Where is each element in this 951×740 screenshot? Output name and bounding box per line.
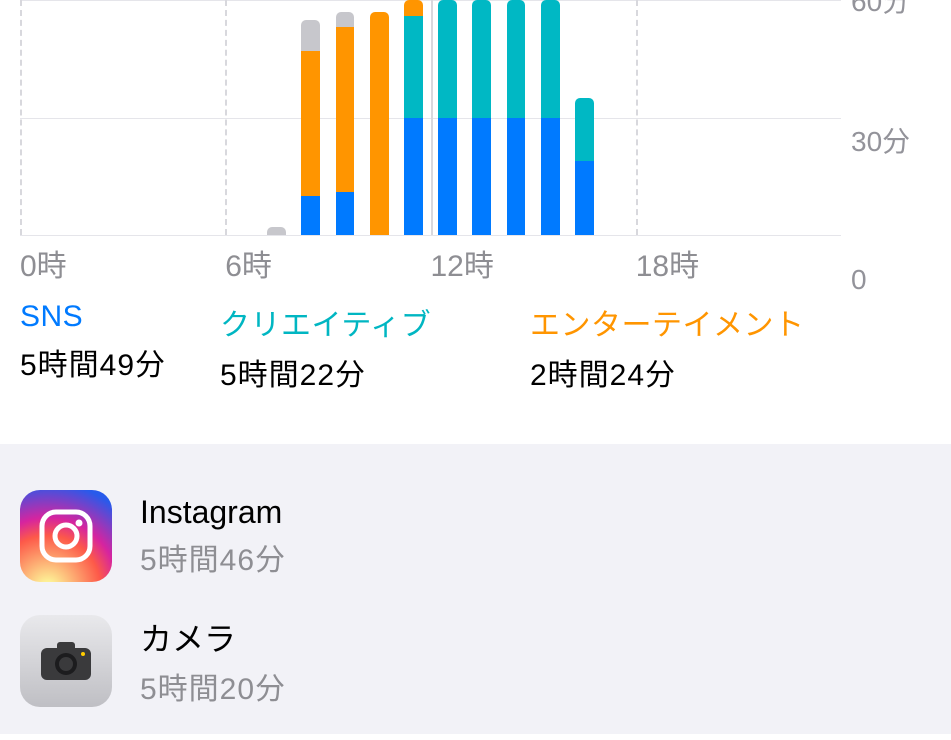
bar-segment-sns xyxy=(507,118,526,236)
bar-segment-creative xyxy=(541,0,560,118)
app-time: 5時間46分 xyxy=(140,535,286,579)
bar-segment-ent xyxy=(370,12,389,235)
bar-segment-ent xyxy=(404,0,423,16)
x-tick-12: 12時 xyxy=(431,241,494,285)
bar-segment-creative xyxy=(575,98,594,161)
app-row-camera[interactable]: カメラ 5時間20分 xyxy=(20,598,931,724)
app-usage-list: Instagram 5時間46分 カメラ 5時間20分 xyxy=(0,444,951,734)
category-time: 5時間49分 xyxy=(20,340,220,384)
bar-segment-creative xyxy=(404,16,423,118)
x-tick-0: 0時 xyxy=(20,241,67,285)
hour-bar[interactable] xyxy=(507,0,526,235)
x-tick-18: 18時 xyxy=(636,241,699,285)
category-entertainment[interactable]: エンターテイメント 2時間24分 xyxy=(530,300,931,394)
bar-segment-other xyxy=(267,227,286,235)
bar-segment-sns xyxy=(575,161,594,235)
hour-bar[interactable] xyxy=(267,227,286,235)
bar-segment-creative xyxy=(472,0,491,118)
y-tick-0: 0 xyxy=(851,264,931,296)
category-time: 5時間22分 xyxy=(220,350,530,394)
app-time: 5時間20分 xyxy=(140,664,286,708)
hour-bar[interactable] xyxy=(438,0,457,235)
hour-bar[interactable] xyxy=(370,12,389,235)
bar-segment-ent xyxy=(336,27,355,192)
category-summary: SNS 5時間49分 クリエイティブ 5時間22分 エンターテイメント 2時間2… xyxy=(0,280,951,424)
hour-bar[interactable] xyxy=(336,12,355,235)
hour-bar[interactable] xyxy=(472,0,491,235)
screen-time-panel: 60分 30分 0 0時 6時 12時 18時 SNS 5時間49分 クリエイテ… xyxy=(0,0,951,444)
app-name: Instagram xyxy=(140,494,286,531)
category-creative[interactable]: クリエイティブ 5時間22分 xyxy=(220,300,530,394)
instagram-icon xyxy=(20,490,112,582)
camera-icon xyxy=(20,615,112,707)
category-label: SNS xyxy=(20,300,220,334)
bar-segment-sns xyxy=(438,118,457,236)
bar-segment-sns xyxy=(336,192,355,235)
hour-bar[interactable] xyxy=(404,0,423,235)
bar-segment-creative xyxy=(438,0,457,118)
bar-segment-sns xyxy=(301,196,320,235)
hour-bar[interactable] xyxy=(301,20,320,235)
bar-segment-sns xyxy=(404,118,423,236)
hourly-usage-chart: 60分 30分 0 0時 6時 12時 18時 xyxy=(20,0,931,280)
category-sns[interactable]: SNS 5時間49分 xyxy=(20,300,220,394)
category-label: エンターテイメント xyxy=(530,300,931,344)
bar-segment-other xyxy=(301,20,320,51)
app-name: カメラ xyxy=(140,614,286,660)
category-time: 2時間24分 xyxy=(530,350,931,394)
bar-segment-other xyxy=(336,12,355,28)
bar-segment-sns xyxy=(541,118,560,236)
category-label: クリエイティブ xyxy=(220,300,530,344)
bar-segment-creative xyxy=(507,0,526,118)
hour-bar[interactable] xyxy=(575,98,594,235)
chart-plot-area xyxy=(20,0,841,235)
app-row-instagram[interactable]: Instagram 5時間46分 xyxy=(20,474,931,598)
hour-bar[interactable] xyxy=(541,0,560,235)
bar-segment-sns xyxy=(472,118,491,236)
y-tick-60: 60分 xyxy=(851,0,931,20)
x-tick-6: 6時 xyxy=(225,241,272,285)
y-tick-30: 30分 xyxy=(851,120,931,160)
bar-segment-ent xyxy=(301,51,320,196)
